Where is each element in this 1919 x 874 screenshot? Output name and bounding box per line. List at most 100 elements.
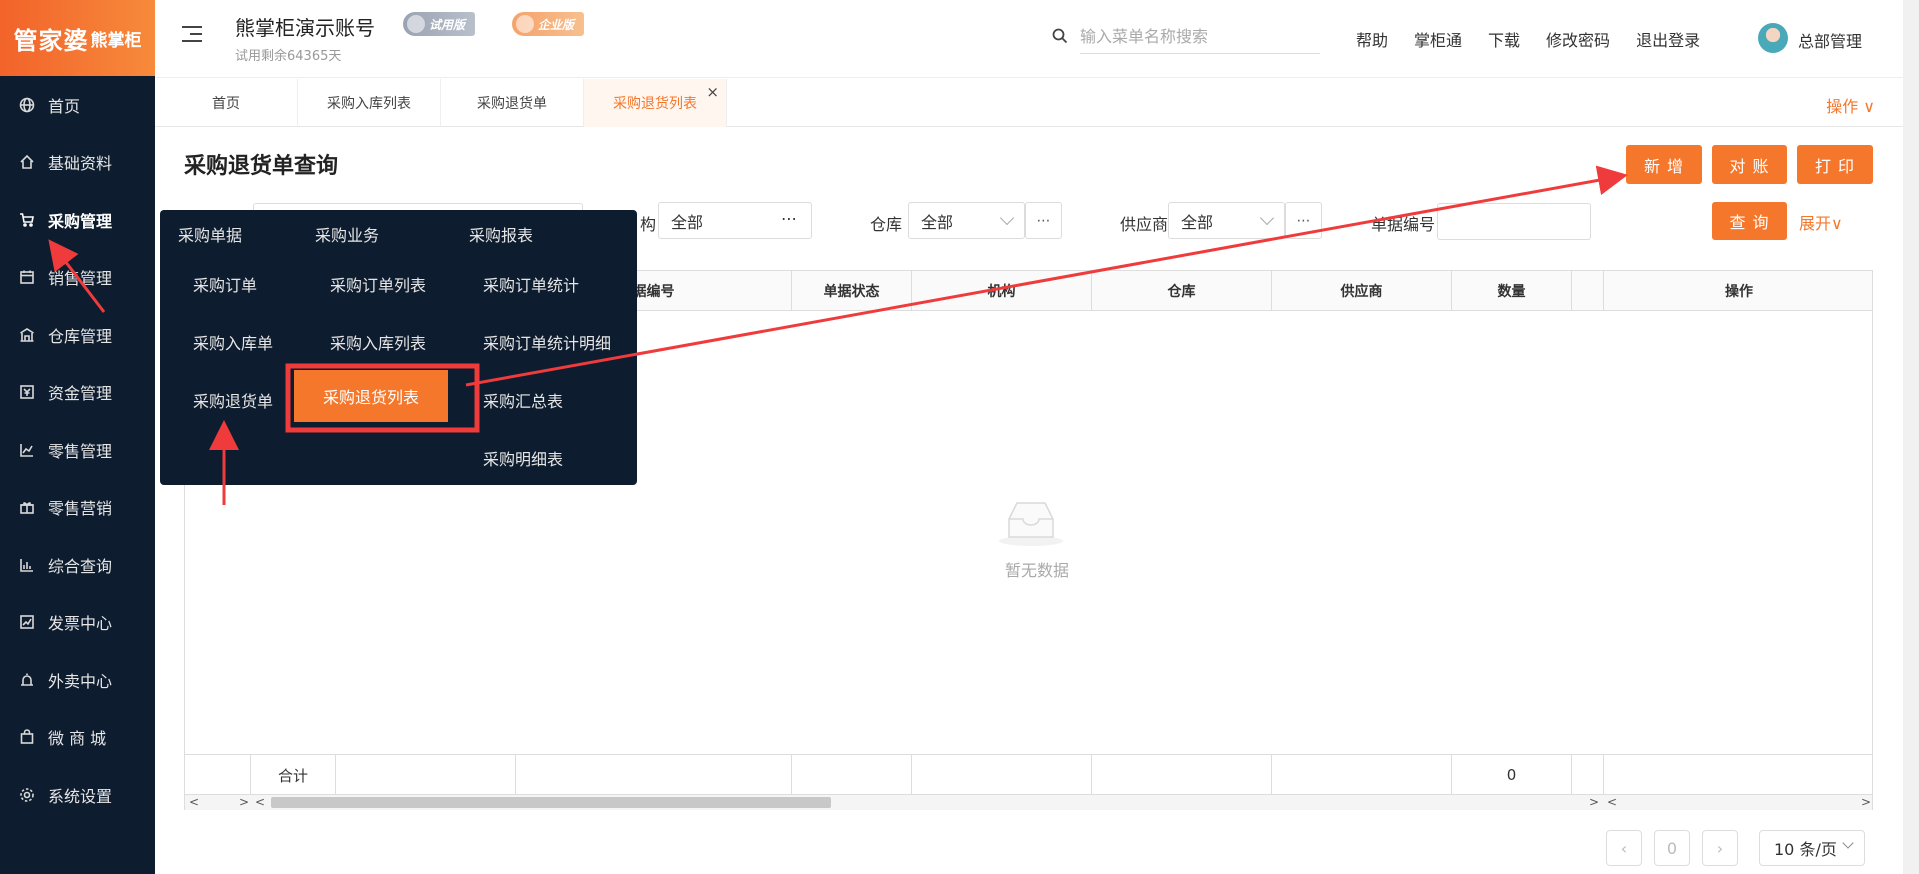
tab-label: 首页 xyxy=(212,96,240,112)
scroll-left-icon[interactable]: < xyxy=(255,795,265,809)
header-label: 仓库 xyxy=(1167,284,1196,300)
sidebar-item-sales[interactable]: 销售管理 xyxy=(0,249,155,307)
avatar[interactable] xyxy=(1758,23,1788,53)
col-supplier[interactable]: 供应商 xyxy=(1272,271,1452,311)
vertical-scrollbar[interactable] xyxy=(1903,0,1919,874)
add-button[interactable]: 新 增 xyxy=(1626,145,1702,184)
sidebar-item-warehouse[interactable]: 仓库管理 xyxy=(0,306,155,364)
warehouse-picker-button[interactable]: ⋯ xyxy=(1025,202,1062,239)
doc-no-input[interactable] xyxy=(1437,203,1591,240)
supplier-select[interactable]: 全部 xyxy=(1168,202,1285,239)
sidebar-item-takeout[interactable]: 外卖中心 xyxy=(0,651,155,709)
scroll-left-icon[interactable]: < xyxy=(189,795,199,809)
footer-cell xyxy=(792,755,912,795)
help-link[interactable]: 帮助 xyxy=(1356,27,1388,51)
org-label: 构 xyxy=(640,215,657,234)
menu-group-purchase-reports: 采购报表 xyxy=(469,226,534,245)
supplier-picker-button[interactable]: ⋯ xyxy=(1285,202,1322,239)
sidebar-item-invoice[interactable]: 发票中心 xyxy=(0,594,155,652)
home-icon xyxy=(18,153,36,171)
sidebar-item-label: 首页 xyxy=(48,96,81,116)
trend-icon xyxy=(18,613,36,631)
enterprise-badge-label: 企业版 xyxy=(538,17,575,32)
footer-cell xyxy=(516,755,792,795)
scroll-left-icon[interactable]: < xyxy=(1607,795,1617,809)
menu-purchase-inbound-list[interactable]: 采购入库列表 xyxy=(330,330,426,354)
star-icon xyxy=(516,15,534,33)
sidebar-item-label: 仓库管理 xyxy=(48,326,113,346)
sidebar-item-marketing[interactable]: 零售营销 xyxy=(0,479,155,537)
sidebar-item-label: 销售管理 xyxy=(48,269,113,289)
sidebar-item-label: 零售营销 xyxy=(48,499,113,519)
warehouse-icon xyxy=(18,326,36,344)
sidebar: 管家婆 熊掌柜 首页 基础资料 采购管理 销售管理 仓库管理 资金管理 零售管理… xyxy=(0,0,155,874)
footer-total-label: 合计 xyxy=(251,755,336,795)
username[interactable]: 总部管理 xyxy=(1798,28,1862,52)
query-button[interactable]: 查 询 xyxy=(1712,202,1787,240)
col-warehouse[interactable]: 仓库 xyxy=(1092,271,1272,311)
menu-toggle-icon[interactable] xyxy=(182,26,202,44)
tab-purchase-inbound-list[interactable]: 采购入库列表 xyxy=(298,79,441,127)
reconcile-button[interactable]: 对 账 xyxy=(1712,145,1787,184)
org-select[interactable]: 全部 ⋯ xyxy=(658,202,812,239)
sidebar-item-basic-data[interactable]: 基础资料 xyxy=(0,134,155,192)
print-button[interactable]: 打 印 xyxy=(1797,145,1873,184)
empty-box-icon xyxy=(999,502,1063,546)
chevron-down-icon xyxy=(1842,837,1854,849)
menu-purchase-inbound[interactable]: 采购入库单 xyxy=(193,330,273,354)
monitor-icon xyxy=(407,15,425,33)
logo-main: 管家婆 xyxy=(13,26,89,55)
page-size-select[interactable]: 10 条/页 xyxy=(1759,830,1865,866)
close-icon[interactable]: × xyxy=(706,83,719,101)
horizontal-scrollbar[interactable]: < > < > < > xyxy=(185,794,1872,810)
sidebar-menu: 首页 基础资料 采购管理 销售管理 仓库管理 资金管理 零售管理 零售营销 综合… xyxy=(0,76,155,824)
sidebar-item-settings[interactable]: 系统设置 xyxy=(0,766,155,824)
page-size-value: 10 条/页 xyxy=(1774,840,1837,859)
tab-home[interactable]: 首页 xyxy=(155,79,298,127)
scroll-right-icon[interactable]: > xyxy=(1589,795,1599,809)
menu-group-purchase-business: 采购业务 xyxy=(315,226,380,245)
download-link[interactable]: 下载 xyxy=(1488,27,1520,51)
scroll-right-icon[interactable]: > xyxy=(1861,795,1871,809)
menu-purchase-order-list[interactable]: 采购订单列表 xyxy=(330,272,426,296)
zhanggui-link[interactable]: 掌柜通 xyxy=(1414,27,1462,51)
sidebar-item-label: 发票中心 xyxy=(48,614,113,634)
menu-purchase-order[interactable]: 采购订单 xyxy=(193,272,257,296)
ellipsis-icon[interactable]: ⋯ xyxy=(781,209,797,228)
menu-purchase-return-list[interactable]: 采购退货列表 xyxy=(294,370,448,422)
sidebar-item-mall[interactable]: 微 商 城 xyxy=(0,709,155,767)
prev-page-button[interactable]: ‹ xyxy=(1606,830,1642,866)
sidebar-item-purchase[interactable]: 采购管理 xyxy=(0,191,155,249)
tab-purchase-return[interactable]: 采购退货单 xyxy=(441,79,584,127)
menu-purchase-order-stats[interactable]: 采购订单统计 xyxy=(483,272,579,296)
next-page-button[interactable]: › xyxy=(1702,830,1738,866)
brand-logo: 管家婆 熊掌柜 xyxy=(0,0,155,76)
expand-toggle[interactable]: 展开∨ xyxy=(1799,210,1843,234)
sidebar-item-funds[interactable]: 资金管理 xyxy=(0,364,155,422)
page-number[interactable]: 0 xyxy=(1654,830,1690,866)
col-doc-status[interactable]: 单据状态 xyxy=(792,271,912,311)
scroll-thumb[interactable] xyxy=(271,797,831,808)
menu-purchase-detail[interactable]: 采购明细表 xyxy=(483,446,563,470)
menu-search-input[interactable] xyxy=(1080,20,1320,54)
warehouse-select[interactable]: 全部 xyxy=(908,202,1025,239)
col-quantity[interactable]: 数量 xyxy=(1452,271,1572,311)
tab-purchase-return-list[interactable]: 采购退货列表 × xyxy=(584,79,727,127)
supplier-select-value: 全部 xyxy=(1181,212,1214,232)
menu-purchase-order-stats-detail[interactable]: 采购订单统计明细 xyxy=(483,330,611,354)
menu-purchase-summary[interactable]: 采购汇总表 xyxy=(483,388,563,412)
menu-purchase-return[interactable]: 采购退货单 xyxy=(193,388,273,412)
sidebar-item-home[interactable]: 首页 xyxy=(0,76,155,134)
sidebar-item-label: 零售管理 xyxy=(48,441,113,461)
sidebar-item-label: 综合查询 xyxy=(48,556,113,576)
sidebar-item-query[interactable]: 综合查询 xyxy=(0,536,155,594)
col-org[interactable]: 机构 xyxy=(912,271,1092,311)
sidebar-item-retail[interactable]: 零售管理 xyxy=(0,421,155,479)
logout-link[interactable]: 退出登录 xyxy=(1636,27,1700,51)
tab-operations[interactable]: 操作 ∨ xyxy=(1826,93,1875,117)
header-label: 数量 xyxy=(1497,284,1526,300)
chevron-down-icon xyxy=(999,210,1015,226)
scroll-right-icon[interactable]: > xyxy=(239,795,249,809)
alarm-icon xyxy=(18,671,36,689)
change-password-link[interactable]: 修改密码 xyxy=(1546,27,1610,51)
